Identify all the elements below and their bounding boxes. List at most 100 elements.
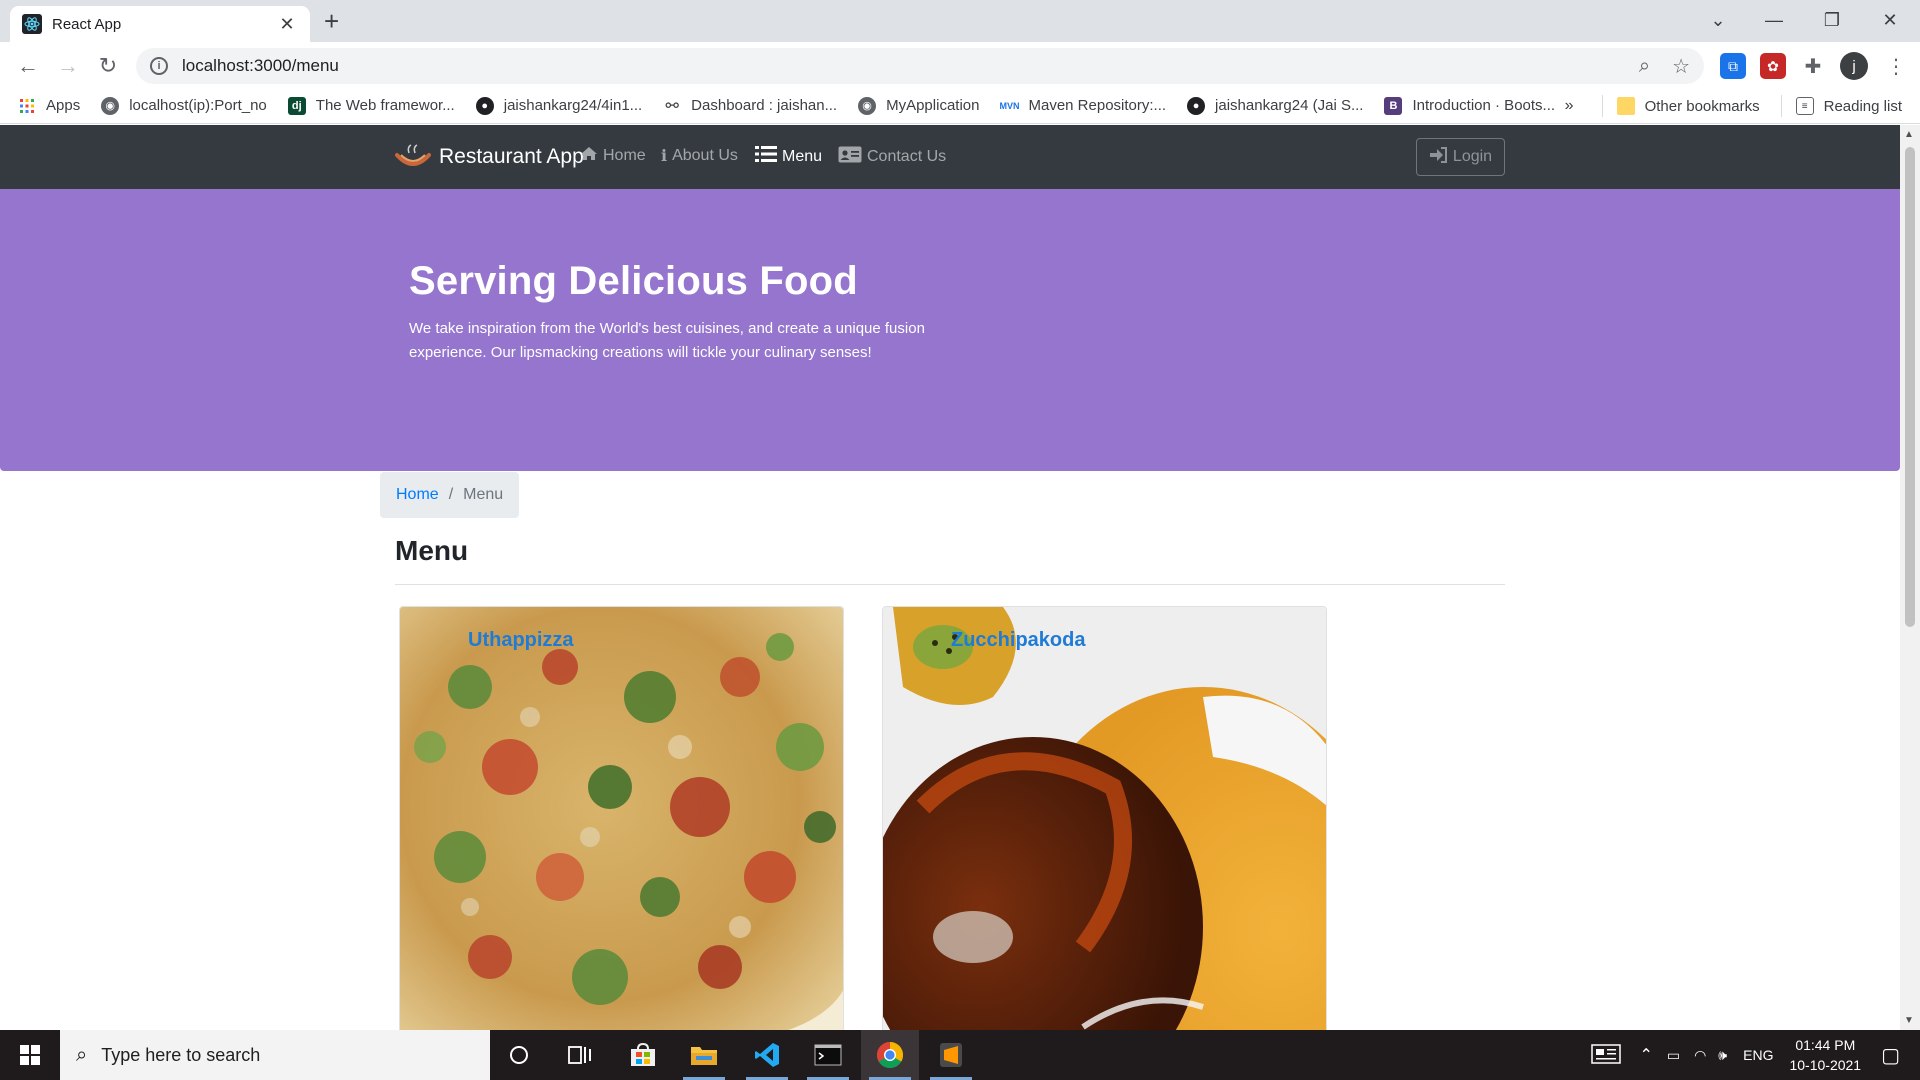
jumbotron-title: Serving Delicious Food — [409, 259, 858, 303]
sublime-text-icon[interactable] — [922, 1030, 980, 1080]
bookmark-star-icon[interactable]: ☆ — [1672, 54, 1690, 79]
bookmarks-bar: Apps ◉ localhost(ip):Port_no dj The Web … — [0, 88, 1920, 124]
notification-icon[interactable]: ▢ — [1881, 1043, 1900, 1068]
task-view-icon[interactable] — [551, 1030, 609, 1080]
bookmark-label: Introduction · Boots... — [1412, 97, 1556, 114]
bookmark-bootstrap[interactable]: B Introduction · Boots... — [1384, 96, 1556, 115]
dish-name[interactable]: Uthappizza — [468, 629, 574, 652]
bookmark-apps[interactable]: Apps — [18, 97, 80, 115]
taskbar: ⌕ Type here to search ⌃ ▭ ◠ 🕪 ENG 01:44 … — [0, 1030, 1920, 1080]
profile-avatar[interactable]: j — [1840, 52, 1868, 80]
restaurant-logo-icon — [395, 144, 431, 166]
zoom-icon[interactable]: ⌕ — [1639, 55, 1650, 78]
scroll-up-icon[interactable]: ▲ — [1904, 129, 1914, 140]
bookmarks-divider — [1780, 95, 1782, 117]
folder-icon — [1616, 97, 1635, 115]
file-explorer-icon[interactable] — [675, 1030, 733, 1080]
minimize-button[interactable]: — — [1748, 0, 1800, 40]
windows-logo-icon — [20, 1045, 40, 1065]
extension-icon[interactable]: ✿ — [1760, 53, 1786, 79]
extension-icon[interactable]: ⧉ — [1720, 53, 1746, 79]
jumbotron-text: We take inspiration from the World's bes… — [409, 320, 925, 361]
browser-tab-strip: React App ✕ + ⌄ — ❐ ✕ — [0, 0, 1920, 42]
scrollbar-thumb[interactable] — [1905, 147, 1915, 627]
bookmark-github-2[interactable]: ● jaishankarg24 (Jai S... — [1187, 96, 1363, 115]
system-tray: ⌃ ▭ ◠ 🕪 ENG 01:44 PM 10-10-2021 ▢ — [1591, 1030, 1920, 1080]
new-tab-button[interactable]: + — [324, 8, 339, 34]
nav-home[interactable]: Home — [580, 146, 646, 166]
tab-search-icon[interactable]: ⌄ — [1692, 0, 1744, 40]
bookmark-jenkins[interactable]: ⚯ Dashboard : jaishan... — [663, 97, 837, 115]
bookmark-maven[interactable]: MVN Maven Repository:... — [999, 97, 1167, 115]
wifi-icon[interactable]: ◠ — [1694, 1047, 1706, 1064]
clock-time: 01:44 PM — [1795, 1037, 1856, 1053]
bookmark-label: localhost(ip):Port_no — [129, 97, 267, 114]
chevron-up-icon[interactable]: ⌃ — [1639, 1045, 1652, 1065]
cortana-icon[interactable] — [490, 1030, 548, 1080]
bookmark-github[interactable]: ● jaishankarg24/4in1... — [475, 96, 642, 115]
dish-card[interactable]: Zucchipakoda — [882, 606, 1327, 1030]
search-placeholder: Type here to search — [101, 1044, 261, 1065]
reload-button[interactable]: ↻ — [92, 50, 124, 82]
close-window-button[interactable]: ✕ — [1864, 0, 1916, 40]
breadcrumb-separator: / — [448, 486, 454, 503]
back-button[interactable]: ← — [12, 50, 44, 82]
clock[interactable]: 01:44 PM 10-10-2021 — [1789, 1035, 1861, 1075]
dish-image — [883, 607, 1326, 1030]
breadcrumb-home-link[interactable]: Home — [396, 486, 439, 504]
globe-icon: ◉ — [101, 96, 120, 115]
puzzle-icon[interactable]: ✚ — [1800, 53, 1826, 79]
more-menu-icon[interactable]: ⋮ — [1886, 54, 1906, 79]
nav-about[interactable]: i About Us — [661, 146, 738, 165]
site-info-icon[interactable]: i — [150, 57, 168, 75]
forward-button[interactable]: → — [52, 50, 84, 82]
bookmarks-overflow-button[interactable]: » — [1565, 97, 1574, 115]
terminal-icon[interactable] — [799, 1030, 857, 1080]
nav-menu[interactable]: Menu — [755, 146, 822, 167]
search-icon: ⌕ — [76, 1043, 88, 1066]
nav-home-label: Home — [603, 147, 646, 164]
nav-menu-label: Menu — [782, 147, 823, 165]
nav-contact[interactable]: Contact Us — [838, 146, 946, 168]
login-button[interactable]: Login — [1416, 138, 1505, 176]
bookmark-localhost[interactable]: ◉ localhost(ip):Port_no — [101, 96, 267, 115]
brand[interactable]: Restaurant App — [395, 143, 584, 171]
other-bookmarks[interactable]: Other bookmarks — [1616, 97, 1760, 115]
bookmarks-divider — [1601, 95, 1603, 117]
dish-name[interactable]: Zucchipakoda — [951, 629, 1085, 652]
reading-list[interactable]: ≡ Reading list — [1795, 97, 1902, 115]
store-icon[interactable] — [614, 1030, 672, 1080]
volume-icon[interactable]: 🕪 — [1718, 1047, 1727, 1064]
battery-icon[interactable]: ▭ — [1667, 1047, 1680, 1064]
page-scrollbar[interactable]: ▲ ▼ — [1900, 125, 1920, 1030]
bookmark-label: Maven Repository:... — [1028, 97, 1167, 114]
list-icon — [755, 146, 777, 167]
clock-date: 10-10-2021 — [1789, 1057, 1862, 1073]
bookmark-myapplication[interactable]: ◉ MyApplication — [858, 96, 980, 115]
info-icon: i — [661, 146, 668, 165]
tab-title: React App — [52, 15, 122, 33]
news-icon[interactable] — [1591, 1043, 1622, 1067]
home-icon — [580, 146, 598, 166]
jenkins-icon: ⚯ — [665, 97, 679, 115]
scroll-down-icon[interactable]: ▼ — [1904, 1015, 1914, 1026]
vscode-icon[interactable] — [738, 1030, 796, 1080]
bookmark-django[interactable]: dj The Web framewor... — [287, 96, 455, 115]
browser-tab[interactable]: React App ✕ — [10, 6, 310, 42]
language-indicator[interactable]: ENG — [1743, 1047, 1773, 1063]
maven-icon: MVN — [999, 100, 1020, 111]
windows-start-button[interactable] — [0, 1030, 60, 1080]
dish-card[interactable]: Uthappizza — [399, 606, 844, 1030]
brand-name: Restaurant App — [439, 145, 584, 168]
nav-contact-label: Contact Us — [867, 148, 947, 165]
address-bar[interactable]: i localhost:3000/menu ⌕ ☆ — [136, 48, 1704, 84]
github-icon: ● — [1187, 96, 1206, 115]
browser-toolbar: ← → ↻ i localhost:3000/menu ⌕ ☆ ⧉ ✿ ✚ j … — [0, 42, 1920, 88]
github-icon: ● — [475, 96, 494, 115]
bookmark-label: MyApplication — [886, 97, 980, 114]
close-tab-icon[interactable]: ✕ — [276, 14, 298, 35]
taskbar-search[interactable]: ⌕ Type here to search — [60, 1030, 490, 1080]
restore-button[interactable]: ❐ — [1806, 0, 1858, 40]
chrome-icon[interactable] — [861, 1030, 919, 1080]
login-label: Login — [1452, 148, 1493, 165]
